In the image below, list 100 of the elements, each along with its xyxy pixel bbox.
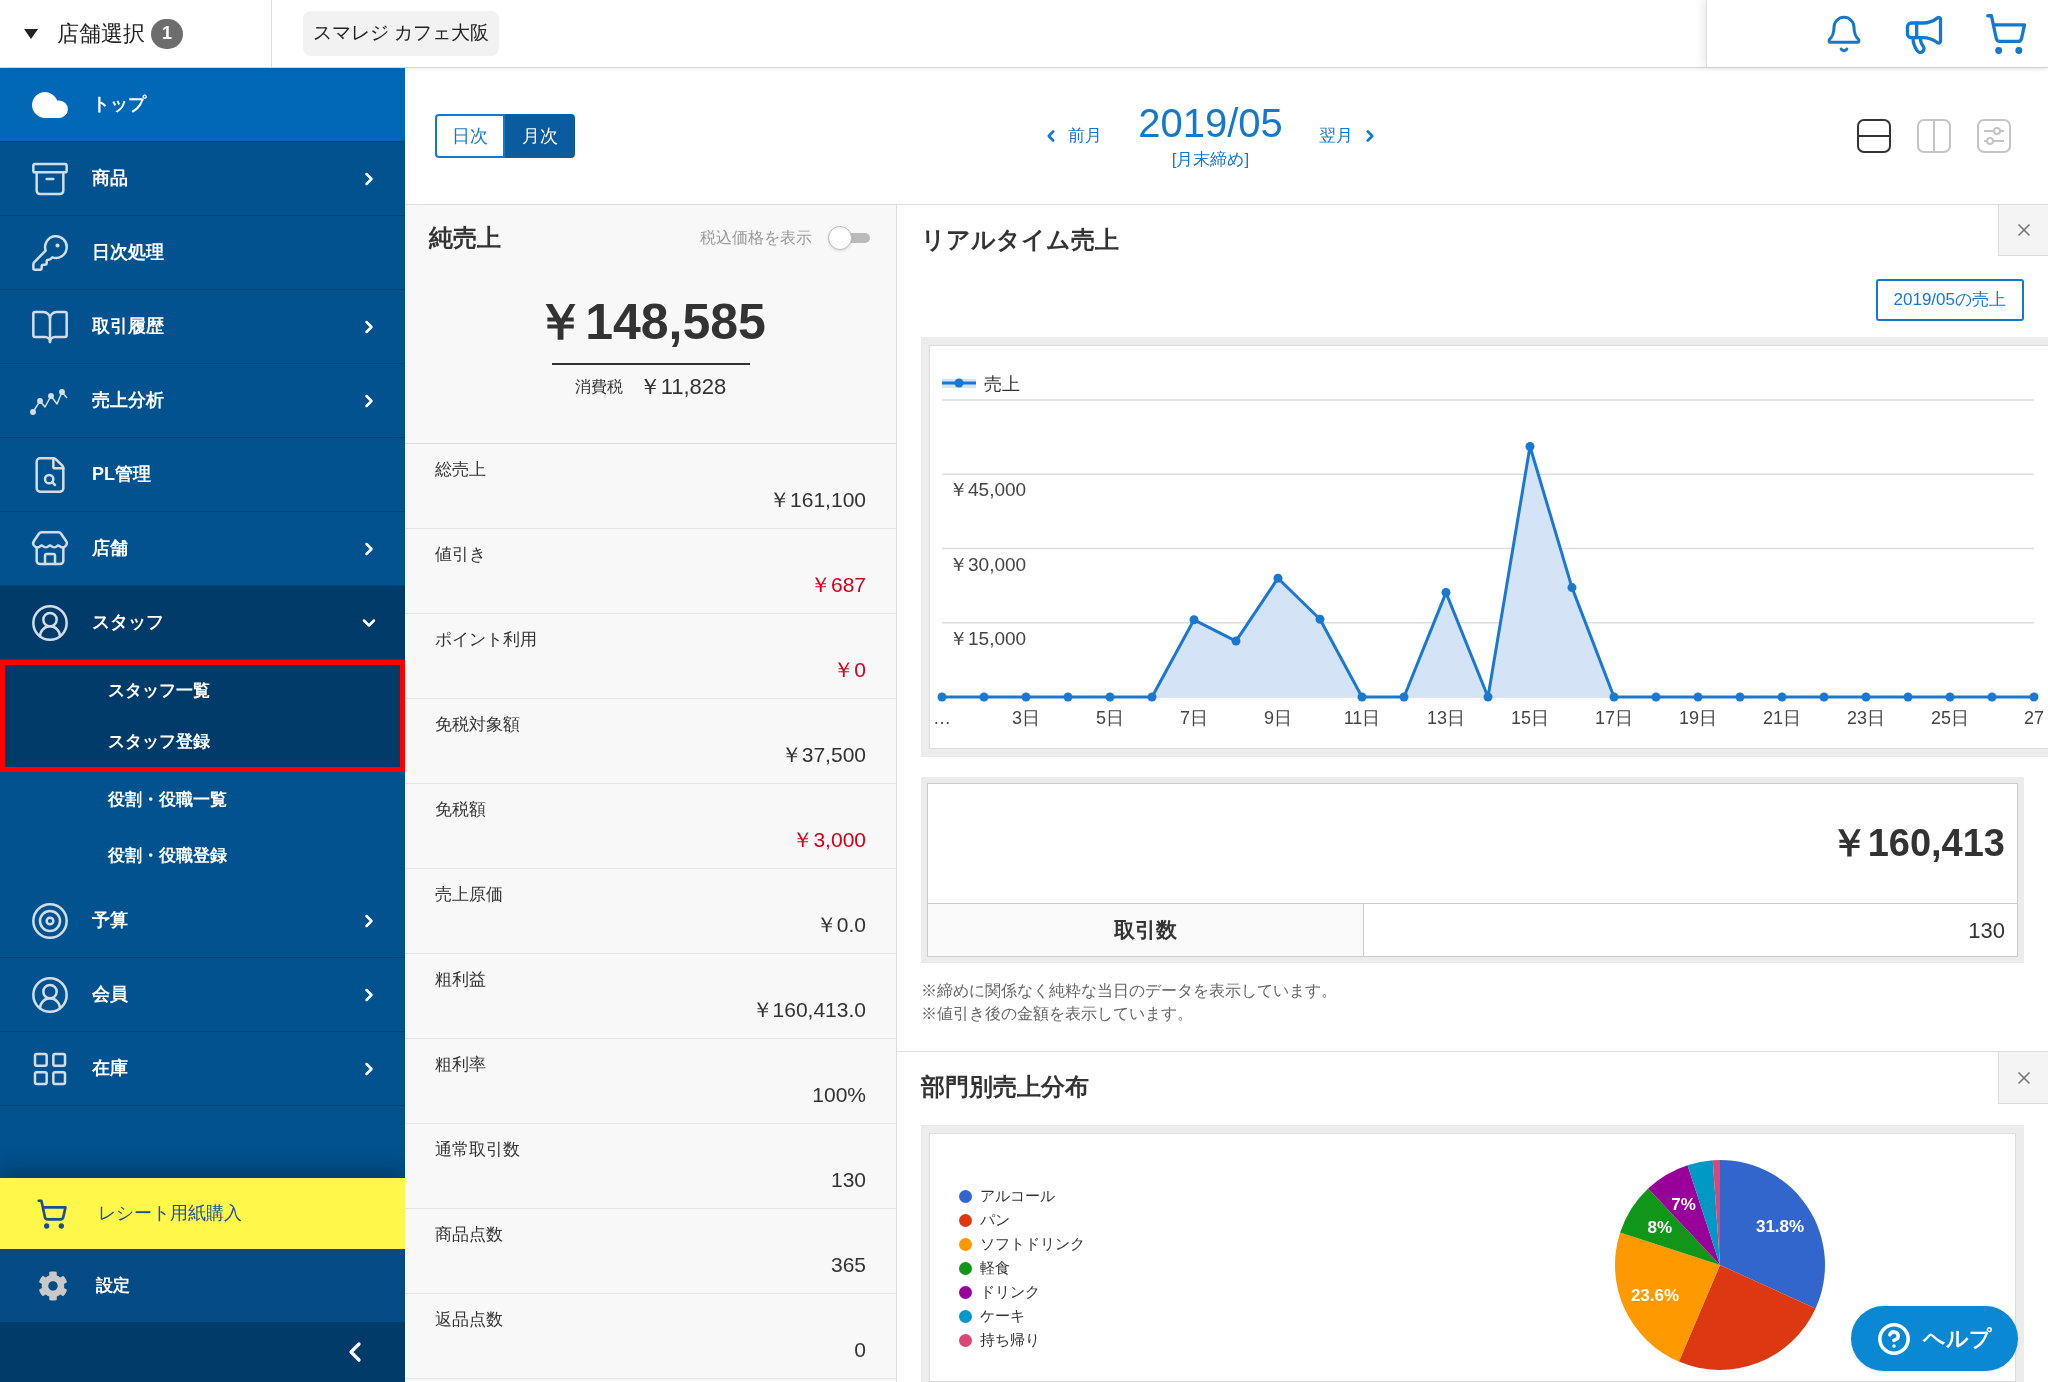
legend-label: 持ち帰り	[980, 1329, 1040, 1350]
sidebar-item[interactable]: トップ	[0, 68, 405, 142]
submenu-item[interactable]: スタッフ一覧	[5, 665, 400, 716]
axis-label: 19日	[1679, 708, 1717, 728]
metric-value: ￥0	[833, 657, 866, 683]
footnote: ※締めに関係なく純粋な当日のデータを表示しています。	[921, 981, 1337, 1001]
columns-layout-icon[interactable]	[1917, 119, 1951, 153]
toggle-label: 税込価格を表示	[700, 228, 812, 248]
tax-toggle[interactable]	[828, 226, 872, 250]
metric-label: 粗利率	[435, 1054, 486, 1076]
axis-label: ￥45,000	[949, 479, 1027, 501]
data-point	[1231, 636, 1241, 646]
legend-label: 軽食	[980, 1257, 1010, 1278]
data-point	[1021, 692, 1031, 702]
rows-layout-icon[interactable]	[1857, 119, 1891, 153]
axis-label: 17日	[1595, 708, 1633, 728]
period-tab[interactable]: 日次	[435, 114, 505, 158]
month-label: 2019/05	[1138, 101, 1283, 145]
person-circle-icon	[30, 602, 70, 643]
metric-value: ￥161,100	[769, 487, 866, 513]
metric-label: 粗利益	[435, 969, 486, 991]
metric-label: 免税額	[435, 799, 486, 821]
legend-label: ドリンク	[980, 1281, 1040, 1302]
metric-value: ￥160,413.0	[751, 997, 866, 1023]
data-point	[1819, 692, 1829, 702]
axis-label: …	[933, 708, 951, 728]
close-button[interactable]	[1998, 1052, 2048, 1104]
slice-label: 23.6%	[1630, 1285, 1680, 1305]
slice-label: 31.8%	[1755, 1217, 1805, 1237]
person-circle-icon	[30, 974, 70, 1015]
legend-marker-icon	[942, 378, 976, 388]
cart-icon[interactable]	[1984, 11, 2028, 56]
submenu-item[interactable]: スタッフ登録	[5, 716, 400, 767]
axis-label: 13日	[1427, 708, 1465, 728]
data-point	[1651, 692, 1661, 702]
table-cell-text: 130	[1967, 916, 2006, 945]
data-point	[1525, 442, 1535, 452]
purchase-link[interactable]: レシート用紙購入	[0, 1178, 405, 1249]
axis-label: 27	[2024, 708, 2044, 728]
total-amount: ￥160,413	[1829, 821, 2005, 866]
axis-label: 3日	[1012, 708, 1040, 728]
next-month-link[interactable]: 翌月	[1318, 123, 1379, 149]
data-point	[1735, 692, 1745, 702]
close-button[interactable]	[1998, 205, 2048, 256]
panel-title: リアルタイム売上	[921, 225, 1119, 255]
closing-label: [月末締め]	[1171, 149, 1250, 171]
data-point	[1357, 692, 1367, 702]
previous-month-link[interactable]: 前月	[1042, 123, 1103, 149]
caret-icon	[24, 28, 38, 39]
metric-value: ￥3,000	[792, 827, 866, 853]
store-name-chip: スマレジ カフェ大阪	[303, 11, 500, 56]
cart-icon	[36, 1197, 68, 1230]
tax-label: 消費税	[574, 377, 623, 397]
legend-label: ソフトドリンク	[980, 1233, 1085, 1254]
legend-label: パン	[980, 1209, 1010, 1230]
net-sales-amount: ￥148,585	[535, 293, 766, 352]
axis-label: 25日	[1931, 708, 1969, 728]
settings-icon	[38, 1270, 68, 1301]
footnote: ※値引き後の金額を表示しています。	[921, 1004, 1193, 1024]
data-point	[1441, 588, 1451, 598]
data-point	[1189, 615, 1199, 625]
data-point	[1147, 692, 1157, 702]
settings-item[interactable]: 設定	[0, 1249, 405, 1322]
data-point	[1903, 692, 1913, 702]
data-point	[979, 692, 989, 702]
metric-value: 130	[830, 1167, 866, 1193]
axis-label: ￥15,000	[949, 627, 1027, 649]
data-point	[2029, 692, 2039, 702]
data-point	[1483, 692, 1493, 702]
data-point	[1987, 692, 1997, 702]
axis-label: 11日	[1343, 708, 1381, 728]
help-button[interactable]: ヘルプ	[1851, 1306, 2018, 1371]
data-point	[1399, 692, 1409, 702]
store-select-button[interactable]: 店舗選択 1	[24, 17, 183, 50]
period-sales-button[interactable]: 2019/05の売上	[1875, 279, 2024, 321]
axis-label: 9日	[1264, 708, 1292, 728]
metric-label: 免税対象額	[435, 714, 520, 736]
metric-label: 商品点数	[435, 1224, 503, 1246]
metric-label: 売上原価	[435, 884, 503, 906]
period-tab[interactable]: 月次	[505, 114, 575, 158]
metric-label: 返品点数	[435, 1309, 503, 1331]
data-point	[1609, 692, 1619, 702]
slice-label: 7%	[1671, 1194, 1696, 1214]
data-point	[1273, 573, 1283, 583]
help-icon	[1877, 1321, 1911, 1356]
data-point	[1315, 614, 1325, 624]
tax-amount: ￥11,828	[638, 373, 727, 401]
metric-label: 値引き	[435, 544, 486, 566]
metric-value: 0	[854, 1337, 866, 1363]
data-point	[1861, 692, 1871, 702]
sidebar-item[interactable]: スタッフ	[0, 586, 405, 660]
sliders-icon[interactable]	[1977, 119, 2011, 153]
metric-value: 365	[830, 1252, 866, 1278]
axis-label: ￥30,000	[949, 553, 1027, 575]
metric-value: 100%	[812, 1082, 866, 1108]
data-point	[1063, 692, 1073, 702]
axis-label: 23日	[1847, 708, 1885, 728]
panel-title: 純売上	[429, 223, 501, 253]
metric-value: ￥0.0	[815, 912, 866, 938]
axis-label: 21日	[1763, 708, 1801, 728]
